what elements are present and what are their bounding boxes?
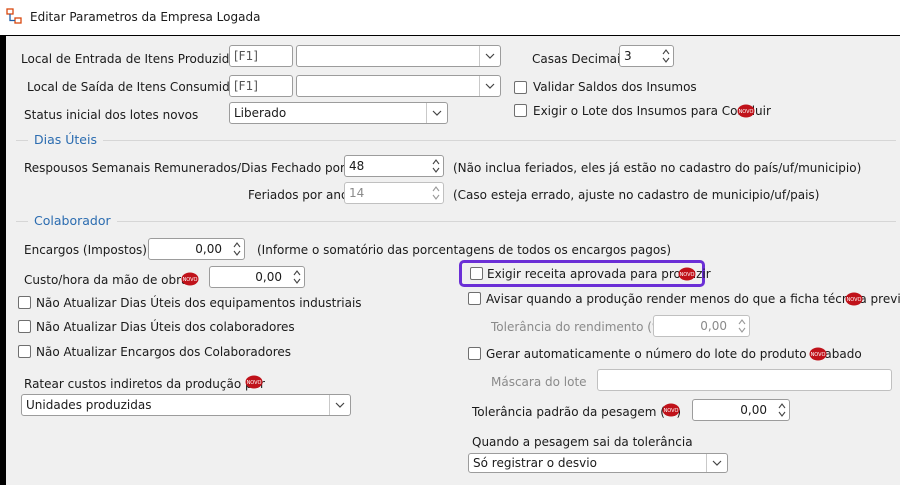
mascara-lote-label: Máscara do lote <box>491 375 587 389</box>
repousos-value: 48 <box>349 159 365 173</box>
spinner-arrows-icon[interactable] <box>429 156 443 176</box>
mascara-lote-input[interactable] <box>597 369 892 391</box>
chevron-down-icon[interactable] <box>706 454 727 472</box>
novo-badge-icon: NOVO <box>245 375 263 389</box>
feriados-value: 14 <box>349 186 365 200</box>
nao-atualizar-colab-label: Não Atualizar Dias Úteis dos colaborador… <box>36 320 295 334</box>
tolerancia-pesagem-value: 0,00 <box>740 403 767 417</box>
spinner-arrows-icon[interactable] <box>735 316 749 336</box>
custo-hora-spinner[interactable]: 0,00 <box>209 266 305 288</box>
svg-text:NOVO: NOVO <box>739 109 754 115</box>
nao-atualizar-encargos-label: Não Atualizar Encargos dos Colaboradores <box>36 345 292 359</box>
app-icon <box>6 8 22 24</box>
casas-decimais-value: 3 <box>624 49 632 63</box>
repousos-hint: (Não inclua feriados, eles já estão no c… <box>453 161 862 175</box>
window-title: Editar Parametros da Empresa Logada <box>30 10 261 24</box>
nao-atualizar-colab-checkbox[interactable] <box>18 320 31 333</box>
feriados-hint: (Caso esteja errado, ajuste no cadastro … <box>453 188 820 202</box>
validar-saldos-label: Validar Saldos dos Insumos <box>533 80 697 94</box>
avisar-producao-label: Avisar quando a produção render menos do… <box>486 292 900 306</box>
colaborador-divider <box>16 221 896 222</box>
spinner-arrows-icon[interactable] <box>659 46 673 66</box>
spinner-arrows-icon[interactable] <box>429 183 443 203</box>
encargos-label: Encargos (Impostos) <box>24 243 147 257</box>
nao-atualizar-equip-checkbox[interactable] <box>18 296 31 309</box>
chevron-down-icon[interactable] <box>426 103 447 123</box>
novo-badge-icon: NOVO <box>678 267 696 281</box>
local-entrada-label: Local de Entrada de Itens Produzidos <box>21 52 243 66</box>
novo-badge-icon: NOVO <box>737 104 755 118</box>
status-lotes-combo[interactable]: Liberado <box>229 102 448 124</box>
repousos-spinner[interactable]: 48 <box>344 155 444 177</box>
ratear-combo[interactable]: Unidades produzidas <box>21 394 351 416</box>
local-saida-code-field[interactable]: [F1] <box>229 75 293 97</box>
dias-uteis-divider <box>16 140 896 141</box>
custo-hora-label: Custo/hora da mão de obra: <box>24 273 193 287</box>
quando-pesagem-combo[interactable]: Só registrar o desvio <box>468 453 728 473</box>
feriados-spinner[interactable]: 14 <box>344 182 444 204</box>
encargos-value: 0,00 <box>195 242 222 256</box>
tolerancia-pesagem-label: Tolerância padrão da pesagem (%) <box>472 405 682 419</box>
status-lotes-value: Liberado <box>234 106 287 120</box>
gerar-lote-checkbox[interactable] <box>468 347 481 360</box>
nao-atualizar-equip-label: Não Atualizar Dias Úteis dos equipamento… <box>36 296 362 310</box>
svg-text:NOVO: NOVO <box>183 277 198 283</box>
svg-text:NOVO: NOVO <box>247 380 262 386</box>
ratear-label: Ratear custos indiretos da produção por <box>24 377 265 391</box>
casas-decimais-label: Casas Decimais <box>532 52 627 66</box>
svg-text:NOVO: NOVO <box>847 297 862 303</box>
encargos-spinner[interactable]: 0,00 <box>148 238 245 260</box>
feriados-label: Feriados por ano <box>248 188 349 202</box>
svg-text:NOVO: NOVO <box>811 352 826 358</box>
local-entrada-code-field[interactable]: [F1] <box>229 45 293 67</box>
nao-atualizar-encargos-checkbox[interactable] <box>18 345 31 358</box>
novo-badge-icon: NOVO <box>662 403 680 417</box>
tolerancia-rend-value: 0,00 <box>700 319 727 333</box>
tolerancia-rend-label: Tolerância do rendimento (%) <box>491 320 669 334</box>
tolerancia-rend-spinner[interactable]: 0,00 <box>653 315 750 337</box>
local-saida-combo[interactable] <box>296 75 501 97</box>
novo-badge-icon: NOVO <box>845 292 863 306</box>
exigir-lote-label: Exigir o Lote dos Insumos para Concluir <box>533 104 771 118</box>
dias-uteis-title: Dias Úteis <box>28 132 103 147</box>
quando-pesagem-value: Só registrar o desvio <box>473 456 597 470</box>
colaborador-title: Colaborador <box>28 213 117 228</box>
spinner-arrows-icon[interactable] <box>290 267 304 287</box>
avisar-producao-checkbox[interactable] <box>468 292 481 305</box>
exigir-receita-checkbox[interactable] <box>470 267 483 280</box>
gerar-lote-label: Gerar automaticamente o número do lote d… <box>486 347 862 361</box>
casas-decimais-spinner[interactable]: 3 <box>619 45 674 67</box>
title-bar: Editar Parametros da Empresa Logada <box>0 0 900 35</box>
status-lotes-label: Status inicial dos lotes novos <box>24 108 199 122</box>
tolerancia-pesagem-spinner[interactable]: 0,00 <box>692 399 790 421</box>
local-saida-label: Local de Saída de Itens Consumidos <box>27 80 244 94</box>
spinner-arrows-icon[interactable] <box>775 400 789 420</box>
spinner-arrows-icon[interactable] <box>230 239 244 259</box>
local-entrada-combo[interactable] <box>296 45 501 67</box>
novo-badge-icon: NOVO <box>181 272 199 286</box>
exigir-lote-checkbox[interactable] <box>514 104 527 117</box>
novo-badge-icon: NOVO <box>809 347 827 361</box>
svg-text:NOVO: NOVO <box>680 272 695 278</box>
validar-saldos-checkbox[interactable] <box>514 81 527 94</box>
chevron-down-icon[interactable] <box>329 395 350 415</box>
chevron-down-icon[interactable] <box>479 46 500 66</box>
quando-pesagem-label: Quando a pesagem sai da tolerância <box>472 435 693 449</box>
chevron-down-icon[interactable] <box>479 76 500 96</box>
svg-text:NOVO: NOVO <box>664 408 679 414</box>
encargos-hint: (Informe o somatório das porcentagens de… <box>257 243 672 257</box>
custo-hora-value: 0,00 <box>255 270 282 284</box>
repousos-label: Respousos Semanais Remunerados/Dias Fech… <box>24 161 372 175</box>
ratear-value: Unidades produzidas <box>26 398 152 412</box>
